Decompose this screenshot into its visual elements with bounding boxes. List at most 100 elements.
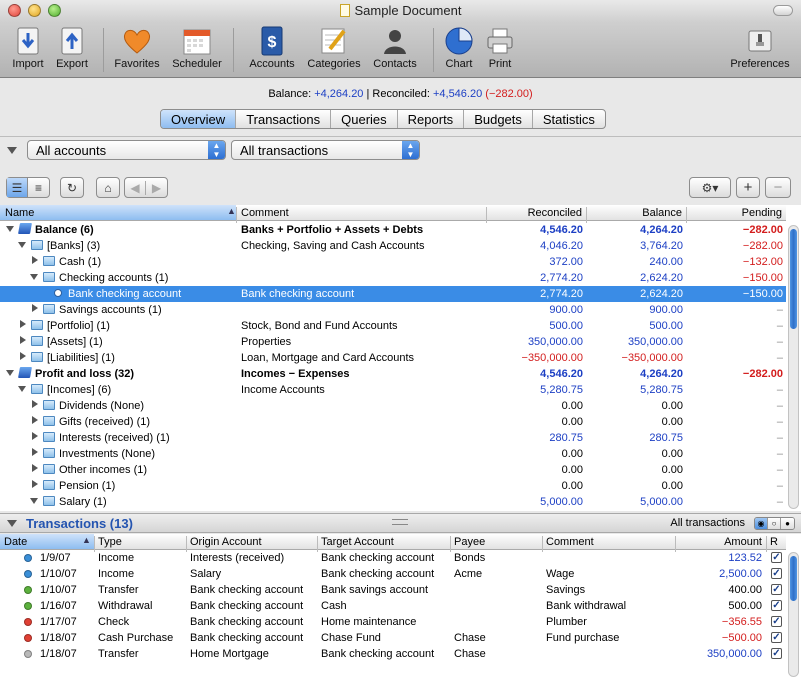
collapsed-triangle-icon[interactable] [32, 432, 38, 440]
collapsed-triangle-icon[interactable] [32, 400, 38, 408]
export-button[interactable]: Export [42, 26, 102, 70]
account-row[interactable]: Cash (1) 372.00 240.00 −132.00 [0, 254, 786, 270]
filter-all-option[interactable]: ◉ [755, 518, 768, 529]
account-row[interactable]: Investments (None) 0.00 0.00 – [0, 446, 786, 462]
collapsed-triangle-icon[interactable] [32, 480, 38, 488]
column-header-origin-account[interactable]: Origin Account [190, 536, 262, 548]
expanded-triangle-icon[interactable] [6, 226, 14, 232]
column-header-type[interactable]: Type [98, 536, 122, 548]
column-header-amount[interactable]: Amount [675, 536, 762, 548]
filter-last-option[interactable]: ● [781, 518, 794, 529]
filter-disclosure-triangle[interactable] [7, 147, 17, 154]
account-row[interactable]: Other incomes (1) 0.00 0.00 – [0, 462, 786, 478]
transaction-row[interactable]: 1/17/07 Check Bank checking account Home ma… [0, 614, 786, 630]
transactions-filter-popup[interactable]: All transactions ▲ ▼ [231, 140, 420, 160]
accounts-filter-popup[interactable]: All accounts ▲ ▼ [27, 140, 226, 160]
column-header-date[interactable]: Date [4, 536, 27, 548]
account-row[interactable]: Interests (received) (1) 280.75 280.75 – [0, 430, 786, 446]
account-balance: 500.00 [649, 320, 683, 332]
account-row[interactable]: [Assets] (1) Properties 350,000.00 350,000.… [0, 334, 786, 350]
account-row[interactable]: [Liabilities] (1) Loan, Mortgage and Card… [0, 350, 786, 366]
reconciled-checkbox[interactable]: ✓ [771, 616, 782, 627]
collapsed-triangle-icon[interactable] [20, 320, 26, 328]
reconciled-checkbox[interactable]: ✓ [771, 600, 782, 611]
transaction-row[interactable]: 1/16/07 Withdrawal Bank checking account Ca… [0, 598, 786, 614]
accounts-button[interactable]: $ Accounts [242, 26, 302, 70]
reconciled-checkbox[interactable]: ✓ [771, 648, 782, 659]
transactions-disclosure-triangle[interactable] [7, 520, 17, 527]
remove-button[interactable]: − [765, 177, 791, 198]
toolbar-toggle-button[interactable] [773, 5, 793, 16]
column-header-name[interactable]: Name [5, 207, 34, 219]
column-header-target-account[interactable]: Target Account [321, 536, 394, 548]
tab-statistics[interactable]: Statistics [533, 110, 605, 128]
reconciled-checkbox[interactable]: ✓ [771, 568, 782, 579]
collapsed-triangle-icon[interactable] [32, 416, 38, 424]
account-row[interactable]: Checking accounts (1) 2,774.20 2,624.20 −15… [0, 270, 786, 286]
account-row[interactable]: Pension (1) 0.00 0.00 – [0, 478, 786, 494]
filter-middle-option[interactable]: ○ [768, 518, 781, 529]
account-row[interactable]: [Incomes] (6) Income Accounts 5,280.75 5,28… [0, 382, 786, 398]
list-view-icon[interactable]: ☰ [7, 178, 29, 197]
expanded-triangle-icon[interactable] [30, 274, 38, 280]
back-arrow-icon[interactable]: ◀ [125, 180, 147, 195]
account-row[interactable]: [Portfolio] (1) Stock, Bond and Fund Acco… [0, 318, 786, 334]
collapsed-triangle-icon[interactable] [32, 256, 38, 264]
collapsed-triangle-icon[interactable] [32, 464, 38, 472]
reconciled-checkbox[interactable]: ✓ [771, 632, 782, 643]
column-header-reconciled[interactable]: Reconciled [486, 207, 582, 219]
contacts-button[interactable]: Contacts [365, 26, 425, 70]
column-header-payee[interactable]: Payee [454, 536, 485, 548]
expanded-triangle-icon[interactable] [18, 242, 26, 248]
transaction-row[interactable]: 1/9/07 Income Interests (received) Bank che… [0, 550, 786, 566]
expanded-triangle-icon[interactable] [18, 386, 26, 392]
account-row[interactable]: Dividends (None) 0.00 0.00 – [0, 398, 786, 414]
collapsed-triangle-icon[interactable] [20, 352, 26, 360]
preferences-button[interactable]: Preferences [724, 26, 796, 70]
print-button[interactable]: Print [470, 26, 530, 70]
collapsed-triangle-icon[interactable] [32, 448, 38, 456]
tab-transactions[interactable]: Transactions [236, 110, 332, 128]
accounts-scrollbar[interactable] [788, 225, 799, 509]
compact-list-icon[interactable]: ≡ [28, 178, 49, 197]
account-row[interactable]: [Banks] (3) Checking, Saving and Cash Acc… [0, 238, 786, 254]
account-row[interactable]: Balance (6) Banks + Portfolio + Assets + … [0, 222, 786, 238]
collapsed-triangle-icon[interactable] [20, 336, 26, 344]
collapsed-triangle-icon[interactable] [32, 304, 38, 312]
reconciled-checkbox[interactable]: ✓ [771, 584, 782, 595]
tab-overview[interactable]: Overview [161, 110, 237, 128]
column-header-comment[interactable]: Comment [241, 207, 289, 219]
reconciled-checkbox[interactable]: ✓ [771, 552, 782, 563]
tab-budgets[interactable]: Budgets [464, 110, 533, 128]
account-row[interactable]: Bank checking account Bank checking accou… [0, 286, 786, 302]
column-header-pending[interactable]: Pending [686, 207, 782, 219]
forward-arrow-icon[interactable]: ▶ [146, 181, 167, 195]
accounts-scrollbar-thumb[interactable] [790, 229, 797, 329]
account-row[interactable]: Savings accounts (1) 900.00 900.00 – [0, 302, 786, 318]
transaction-row[interactable]: 1/18/07 Transfer Home Mortgage Bank checkin… [0, 646, 786, 662]
transactions-scrollbar[interactable] [788, 552, 799, 677]
favorites-button[interactable]: Favorites [107, 26, 167, 70]
column-header-balance[interactable]: Balance [586, 207, 682, 219]
refresh-button[interactable]: ↻ [60, 177, 84, 198]
column-header-reconciled-flag[interactable]: R [770, 536, 778, 548]
accounts-book-icon: $ [257, 26, 287, 56]
account-row[interactable]: Salary (1) 5,000.00 5,000.00 – [0, 494, 786, 510]
transaction-row[interactable]: 1/10/07 Transfer Bank checking account Bank… [0, 582, 786, 598]
transaction-row[interactable]: 1/18/07 Cash Purchase Bank checking accoun… [0, 630, 786, 646]
expanded-triangle-icon[interactable] [30, 498, 38, 504]
action-menu-button[interactable]: ⚙▾ [689, 177, 731, 198]
transaction-row[interactable]: 1/10/07 Income Salary Bank checking account… [0, 566, 786, 582]
split-resize-handle-icon[interactable] [392, 519, 408, 525]
account-row[interactable]: Profit and loss (32) Incomes − Expenses 4,… [0, 366, 786, 382]
expanded-triangle-icon[interactable] [6, 370, 14, 376]
column-header-comment[interactable]: Comment [546, 536, 594, 548]
scheduler-button[interactable]: Scheduler [167, 26, 227, 70]
tab-queries[interactable]: Queries [331, 110, 398, 128]
transactions-scrollbar-thumb[interactable] [790, 556, 797, 601]
add-button[interactable]: + [736, 177, 760, 198]
account-row[interactable]: Gifts (received) (1) 0.00 0.00 – [0, 414, 786, 430]
tab-reports[interactable]: Reports [398, 110, 465, 128]
home-button[interactable]: ⌂ [96, 177, 120, 198]
categories-button[interactable]: Categories [304, 26, 364, 70]
